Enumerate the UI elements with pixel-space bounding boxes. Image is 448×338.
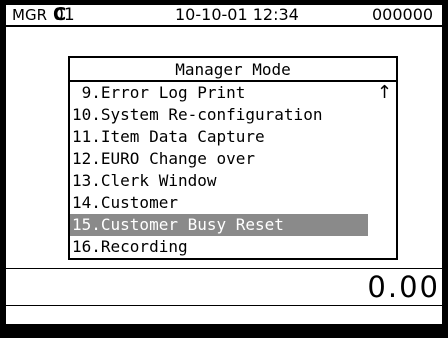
menu-item-item-data-capture[interactable]: 11.Item Data Capture: [70, 126, 368, 148]
register-display: MGR C 01 10-10-01 12:34 000000 Manager Mo…: [0, 0, 448, 338]
datetime-display: 10-10-01 12:34: [175, 5, 299, 24]
clerk-number: 01: [53, 5, 75, 25]
amount-display: 0.00: [367, 270, 440, 304]
status-bar: MGR C 01 10-10-01 12:34 000000: [6, 5, 442, 27]
menu-title: Manager Mode: [70, 60, 396, 82]
manager-mode-menu: Manager Mode ↑ 9.Error Log Print 10.Syst…: [68, 56, 398, 260]
menu-item-clerk-window[interactable]: 13.Clerk Window: [70, 170, 368, 192]
menu-item-euro-change-over[interactable]: 12.EURO Change over: [70, 148, 368, 170]
menu-item-customer[interactable]: 14.Customer: [70, 192, 368, 214]
consecutive-counter: 000000: [372, 5, 434, 24]
menu-item-recording[interactable]: 16.Recording: [70, 236, 368, 258]
menu-list: 9.Error Log Print 10.System Re-configura…: [70, 82, 396, 258]
menu-item-system-reconfiguration[interactable]: 10.System Re-configuration: [70, 104, 368, 126]
amount-divider: [6, 268, 442, 269]
mode-indicator: MGR: [12, 6, 47, 24]
menu-item-error-log-print[interactable]: 9.Error Log Print: [70, 82, 368, 104]
bottom-divider: [6, 305, 442, 306]
menu-item-customer-busy-reset[interactable]: 15.Customer Busy Reset: [70, 214, 368, 236]
